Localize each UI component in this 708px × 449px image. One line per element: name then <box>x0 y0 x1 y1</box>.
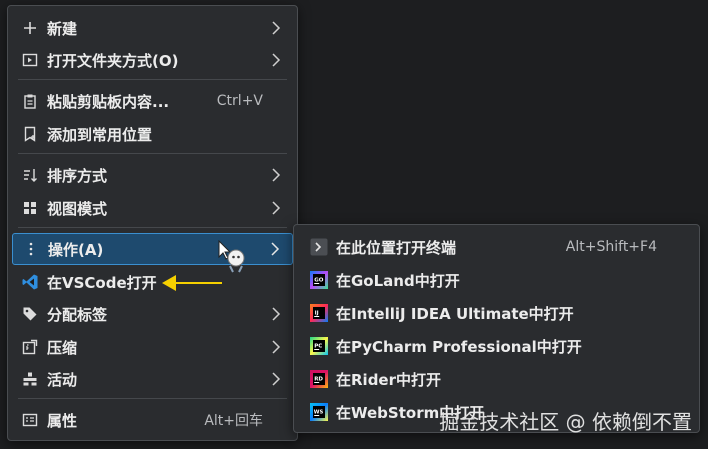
menu-item-label: 活动 <box>47 370 78 389</box>
menu-item-label: 分配标签 <box>47 305 108 324</box>
chevron-right-icon <box>269 21 283 35</box>
chevron-right-icon <box>268 242 282 256</box>
shortcut-label: Alt+Shift+F4 <box>565 239 657 255</box>
submenu-item-goland[interactable]: GO 在GoLand中打开 <box>298 265 695 295</box>
separator <box>18 398 287 399</box>
shortcut-label: Ctrl+V <box>216 93 263 109</box>
menu-item-view-mode[interactable]: 视图模式 <box>12 193 293 223</box>
menu-item-label: 属性 <box>47 411 78 430</box>
menu-item-paste[interactable]: 粘贴剪贴板内容... Ctrl+V <box>12 86 293 116</box>
svg-text:WS: WS <box>314 410 324 416</box>
submenu-item-pycharm[interactable]: PC 在PyCharm Professional中打开 <box>298 331 695 361</box>
menu-item-label: 在VSCode打开 <box>47 273 157 292</box>
shortcut-label: Alt+回车 <box>204 413 263 429</box>
menu-item-label: 压缩 <box>47 338 78 357</box>
menu-item-actions[interactable]: 操作(A) <box>12 233 293 265</box>
plus-icon <box>21 19 39 37</box>
menu-item-new[interactable]: 新建 <box>12 13 293 43</box>
separator <box>18 79 287 80</box>
activities-icon <box>21 370 39 388</box>
chevron-right-icon <box>269 340 283 354</box>
menu-item-label: 操作(A) <box>48 240 104 259</box>
context-menu: 新建 打开文件夹方式(O) 粘贴剪贴板内容... Ctrl+V 添加到常用位置 … <box>7 5 298 441</box>
menu-item-label: 在IntelliJ IDEA Ultimate中打开 <box>336 304 574 323</box>
menu-item-label: 粘贴剪贴板内容... <box>47 92 170 111</box>
chevron-right-icon <box>269 53 283 67</box>
pycharm-icon: PC <box>310 337 328 355</box>
menu-item-label: 视图模式 <box>47 199 108 218</box>
separator <box>18 153 287 154</box>
chevron-right-icon <box>269 372 283 386</box>
actions-submenu: 在此位置打开终端 Alt+Shift+F4 GO 在GoLand中打开 IJ 在… <box>293 224 700 433</box>
menu-item-properties[interactable]: 属性 Alt+回车 <box>12 405 293 435</box>
menu-item-label: 添加到常用位置 <box>47 125 153 144</box>
menu-item-label: 打开文件夹方式(O) <box>47 51 179 70</box>
chevron-right-icon <box>269 307 283 321</box>
watermark-text: 掘金技术社区 @ 依赖倒不置 <box>439 410 692 434</box>
menu-item-assign-tags[interactable]: 分配标签 <box>12 299 293 329</box>
svg-text:IJ: IJ <box>315 311 319 317</box>
properties-icon <box>21 411 39 429</box>
tag-icon <box>21 305 39 323</box>
svg-text:GO: GO <box>314 278 324 284</box>
menu-item-label: 在此位置打开终端 <box>336 238 457 257</box>
compress-icon <box>21 338 39 356</box>
view-grid-icon <box>21 199 39 217</box>
terminal-icon <box>310 238 328 256</box>
submenu-item-rider[interactable]: RD 在Rider中打开 <box>298 364 695 394</box>
bookmark-icon <box>21 125 39 143</box>
open-with-icon <box>21 51 39 69</box>
menu-item-open-vscode[interactable]: 在VSCode打开 <box>12 267 293 297</box>
menu-item-label: 排序方式 <box>47 166 108 185</box>
menu-item-sort[interactable]: 排序方式 <box>12 160 293 190</box>
menu-item-label: 在Rider中打开 <box>336 370 442 389</box>
menu-item-activities[interactable]: 活动 <box>12 364 293 394</box>
menu-item-label: 在PyCharm Professional中打开 <box>336 337 582 356</box>
chevron-right-icon <box>269 201 283 215</box>
clipboard-icon <box>21 92 39 110</box>
intellij-icon: IJ <box>310 304 328 322</box>
chevron-right-icon <box>269 168 283 182</box>
separator <box>18 227 287 228</box>
sort-icon <box>21 166 39 184</box>
more-vertical-icon <box>22 240 40 258</box>
rider-icon: RD <box>310 370 328 388</box>
submenu-item-open-terminal[interactable]: 在此位置打开终端 Alt+Shift+F4 <box>298 232 695 262</box>
goland-icon: GO <box>310 271 328 289</box>
svg-text:RD: RD <box>314 377 323 383</box>
vscode-icon <box>21 273 39 291</box>
menu-item-add-bookmark[interactable]: 添加到常用位置 <box>12 119 293 149</box>
annotation-arrow-icon <box>160 271 224 299</box>
menu-item-label: 在GoLand中打开 <box>336 271 460 290</box>
menu-item-label: 新建 <box>47 19 78 38</box>
submenu-item-intellij[interactable]: IJ 在IntelliJ IDEA Ultimate中打开 <box>298 298 695 328</box>
webstorm-icon: WS <box>310 403 328 421</box>
menu-item-compress[interactable]: 压缩 <box>12 332 293 362</box>
menu-item-open-with[interactable]: 打开文件夹方式(O) <box>12 45 293 75</box>
svg-text:PC: PC <box>314 344 322 350</box>
